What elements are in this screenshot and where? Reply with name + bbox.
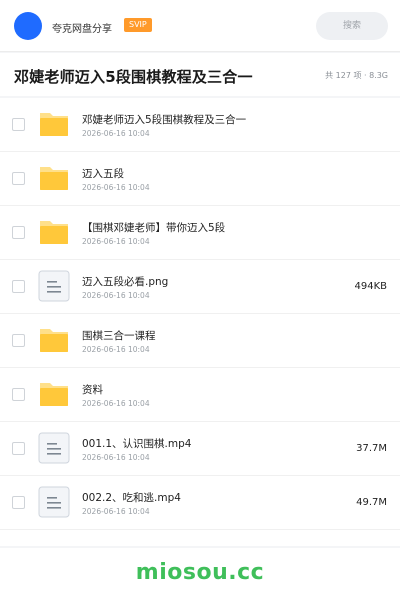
- row-checkbox[interactable]: [12, 172, 25, 185]
- list-item[interactable]: 迈入五段 2026-06-16 10:04: [0, 152, 400, 206]
- svip-badge: SVIP: [124, 18, 152, 32]
- file-date: 2026-06-16 10:04: [82, 129, 150, 138]
- file-date: 2026-06-16 10:04: [82, 183, 150, 192]
- watermark-text: miosou.cc: [135, 560, 265, 585]
- folder-title-bar: 邓婕老师迈入5段围棋教程及三合一 共 127 项 · 8.3G: [0, 53, 400, 96]
- file-name[interactable]: 001.1、认识围棋.mp4: [82, 436, 191, 451]
- list-item[interactable]: 邓婕老师迈入5段围棋教程及三合一 2026-06-16 10:04: [0, 98, 400, 152]
- folder-icon: [38, 216, 70, 248]
- list-item[interactable]: 001.1、认识围棋.mp4 2026-06-16 10:04 37.7M: [0, 422, 400, 476]
- file-date: 2026-06-16 10:04: [82, 237, 150, 246]
- file-size: 49.7M: [356, 497, 387, 508]
- folder-summary: 共 127 项 · 8.3G: [325, 71, 388, 80]
- app-name: 夸克网盘分享: [52, 24, 112, 35]
- row-checkbox[interactable]: [12, 118, 25, 131]
- file-size: 494KB: [354, 281, 387, 292]
- folder-icon: [38, 378, 70, 410]
- file-icon: [38, 270, 70, 302]
- file-name[interactable]: 围棋三合一课程: [82, 328, 156, 343]
- folder-icon: [38, 324, 70, 356]
- list-item[interactable]: 002.2、吃和逃.mp4 2026-06-16 10:04 49.7M: [0, 476, 400, 530]
- file-icon: [38, 486, 70, 518]
- row-checkbox[interactable]: [12, 226, 25, 239]
- list-item[interactable]: 围棋三合一课程 2026-06-16 10:04: [0, 314, 400, 368]
- footer: miosou.cc: [0, 548, 400, 600]
- folder-icon: [38, 108, 70, 140]
- file-name[interactable]: 邓婕老师迈入5段围棋教程及三合一: [82, 112, 246, 127]
- row-checkbox[interactable]: [12, 280, 25, 293]
- row-checkbox[interactable]: [12, 496, 25, 509]
- page-title: 邓婕老师迈入5段围棋教程及三合一: [14, 68, 253, 86]
- file-date: 2026-06-16 10:04: [82, 345, 150, 354]
- folder-icon: [38, 162, 70, 194]
- app-header: 夸克网盘分享 SVIP: [0, 0, 400, 52]
- file-icon: [38, 432, 70, 464]
- row-checkbox[interactable]: [12, 334, 25, 347]
- row-checkbox[interactable]: [12, 442, 25, 455]
- file-name[interactable]: 迈入五段必看.png: [82, 274, 168, 289]
- file-date: 2026-06-16 10:04: [82, 399, 150, 408]
- file-name[interactable]: 资料: [82, 382, 103, 397]
- file-date: 2026-06-16 10:04: [82, 453, 150, 462]
- row-checkbox[interactable]: [12, 388, 25, 401]
- file-name[interactable]: 002.2、吃和逃.mp4: [82, 490, 181, 505]
- file-list: 邓婕老师迈入5段围棋教程及三合一 2026-06-16 10:04 迈入五段 2026…: [0, 98, 400, 546]
- file-name[interactable]: 【围棋邓婕老师】带你迈入5段: [82, 220, 225, 235]
- file-date: 2026-06-16 10:04: [82, 507, 150, 516]
- list-item[interactable]: 迈入五段必看.png 2026-06-16 10:04 494KB: [0, 260, 400, 314]
- file-name[interactable]: 迈入五段: [82, 166, 124, 181]
- avatar[interactable]: [14, 12, 42, 40]
- list-item[interactable]: 资料 2026-06-16 10:04: [0, 368, 400, 422]
- search-input[interactable]: [316, 12, 388, 40]
- file-size: 37.7M: [356, 443, 387, 454]
- list-item[interactable]: 【围棋邓婕老师】带你迈入5段 2026-06-16 10:04: [0, 206, 400, 260]
- file-date: 2026-06-16 10:04: [82, 291, 150, 300]
